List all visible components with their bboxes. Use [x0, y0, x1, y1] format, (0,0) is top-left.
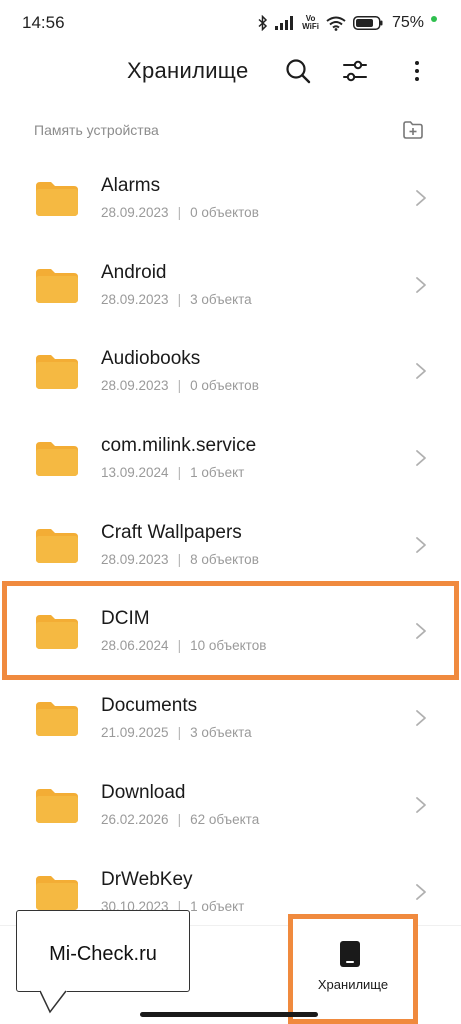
- file-name: Alarms: [101, 175, 161, 196]
- file-meta: 26.02.2026 | 62 объекта: [101, 812, 259, 827]
- chevron-right-icon: [416, 450, 426, 466]
- file-date: 13.09.2024: [101, 465, 169, 481]
- new-folder-button[interactable]: [402, 119, 424, 141]
- signal-icon: [275, 16, 295, 30]
- wifi-icon: [326, 16, 346, 31]
- file-name: Audiobooks: [101, 348, 201, 370]
- file-count: 62 объекта: [190, 811, 260, 827]
- new-folder-icon: [403, 121, 423, 139]
- chevron-right-icon: [416, 796, 426, 813]
- folder-icon: [36, 355, 78, 390]
- file-name: Craft Wallpapers: [101, 521, 242, 543]
- section-header: Память устройства: [0, 115, 461, 145]
- chevron-right-icon: [416, 710, 426, 727]
- file-meta: 28.09.2023 | 8 объектов: [101, 552, 259, 567]
- nav-storage-label: Хранилище: [317, 977, 389, 992]
- meta-separator: |: [177, 551, 182, 567]
- meta-separator: |: [177, 638, 182, 654]
- nav-storage-tab[interactable]: Хранилище: [288, 914, 418, 1024]
- folder-icon: [36, 182, 78, 216]
- list-item[interactable]: Alarms 28.09.2023 | 0 объектов: [0, 155, 461, 242]
- file-count: 1 объект: [190, 465, 245, 481]
- list-item[interactable]: Documents 21.09.2025 | 3 объекта: [0, 675, 461, 762]
- app-bar: Хранилище: [0, 50, 461, 92]
- file-date: 28.09.2023: [101, 205, 169, 220]
- file-date: 28.09.2023: [101, 378, 169, 394]
- list-item[interactable]: DCIM 28.06.2024 | 10 объектов: [0, 588, 461, 675]
- list-item[interactable]: Android 28.09.2023 | 3 объекта: [0, 242, 461, 329]
- file-meta: 21.09.2025 | 3 объекта: [101, 725, 252, 740]
- folder-icon: [36, 875, 78, 910]
- bubble-tail: [40, 990, 68, 1014]
- file-date: 26.02.2026: [101, 811, 169, 827]
- status-icons: Vo WiFi 75%: [258, 12, 437, 34]
- file-name: Android: [101, 261, 167, 283]
- file-count: 0 объектов: [190, 378, 259, 394]
- search-button[interactable]: [283, 56, 313, 86]
- battery-percent: 75%: [391, 14, 424, 31]
- file-name: com.milink.service: [101, 435, 257, 457]
- bluetooth-icon: [258, 15, 268, 31]
- list-item[interactable]: com.milink.service 13.09.2024 | 1 объект: [0, 415, 461, 502]
- file-count: 3 объекта: [190, 291, 252, 307]
- chevron-right-icon: [416, 623, 426, 640]
- file-name: Download: [101, 781, 186, 803]
- file-count: 0 объектов: [190, 205, 259, 220]
- file-date: 28.09.2023: [101, 551, 169, 567]
- meta-separator: |: [177, 205, 182, 220]
- list-item[interactable]: Audiobooks 28.09.2023 | 0 объектов: [0, 328, 461, 415]
- filter-sliders-icon: [343, 60, 367, 82]
- chevron-right-icon: [416, 190, 426, 206]
- folder-icon: [36, 788, 78, 823]
- meta-separator: |: [177, 725, 182, 741]
- file-meta: 28.09.2023 | 0 объектов: [101, 378, 259, 393]
- meta-separator: |: [177, 465, 182, 481]
- chevron-right-icon: [416, 536, 426, 553]
- folder-icon: [36, 528, 78, 563]
- battery-icon: [352, 16, 383, 30]
- status-time: 14:56: [22, 13, 65, 32]
- section-label: Память устройства: [34, 122, 159, 138]
- file-date: 28.09.2023: [101, 291, 169, 307]
- file-count: 1 объект: [190, 898, 245, 914]
- folder-icon: [36, 268, 78, 303]
- status-bar: 14:56 Vo WiFi 75%: [0, 0, 461, 46]
- watermark-text: Mi-Check.ru: [49, 943, 157, 965]
- file-meta: 28.09.2023 | 3 объекта: [101, 292, 252, 307]
- vowifi-bottom: WiFi: [302, 22, 319, 31]
- sort-filter-button[interactable]: [340, 56, 370, 86]
- folder-icon: [36, 702, 78, 737]
- search-icon: [286, 59, 311, 84]
- page-title: Хранилище: [127, 58, 249, 83]
- file-meta: 28.09.2023 | 0 объектов: [101, 205, 259, 220]
- file-name: DCIM: [101, 608, 150, 630]
- meta-separator: |: [177, 291, 182, 307]
- file-list: Alarms 28.09.2023 | 0 объектов Android 28.…: [0, 155, 461, 935]
- more-vertical-icon: [415, 61, 419, 81]
- file-meta: 28.06.2024 | 10 объектов: [101, 638, 266, 653]
- phone-storage-icon: [340, 941, 360, 967]
- watermark: Mi-Check.ru: [16, 910, 190, 1014]
- home-indicator[interactable]: [140, 1012, 318, 1017]
- file-name: DrWebKey: [101, 868, 193, 890]
- file-count: 10 объектов: [190, 638, 267, 654]
- privacy-dot: [431, 16, 437, 22]
- chevron-right-icon: [416, 883, 426, 900]
- file-count: 8 объектов: [190, 551, 259, 567]
- chevron-right-icon: [416, 363, 426, 380]
- file-count: 3 объекта: [190, 725, 252, 741]
- file-date: 21.09.2025: [101, 725, 169, 741]
- list-item[interactable]: Download 26.02.2026 | 62 объекта: [0, 762, 461, 849]
- chevron-right-icon: [416, 276, 426, 293]
- vowifi-badge: Vo WiFi: [302, 15, 319, 31]
- list-item[interactable]: Craft Wallpapers 28.09.2023 | 8 объектов: [0, 502, 461, 589]
- meta-separator: |: [177, 811, 182, 827]
- file-date: 28.06.2024: [101, 638, 169, 654]
- meta-separator: |: [177, 378, 182, 394]
- file-meta: 13.09.2024 | 1 объект: [101, 465, 244, 480]
- folder-icon: [36, 615, 78, 650]
- file-name: Documents: [101, 695, 198, 717]
- folder-icon: [36, 442, 78, 477]
- more-options-button[interactable]: [402, 56, 432, 86]
